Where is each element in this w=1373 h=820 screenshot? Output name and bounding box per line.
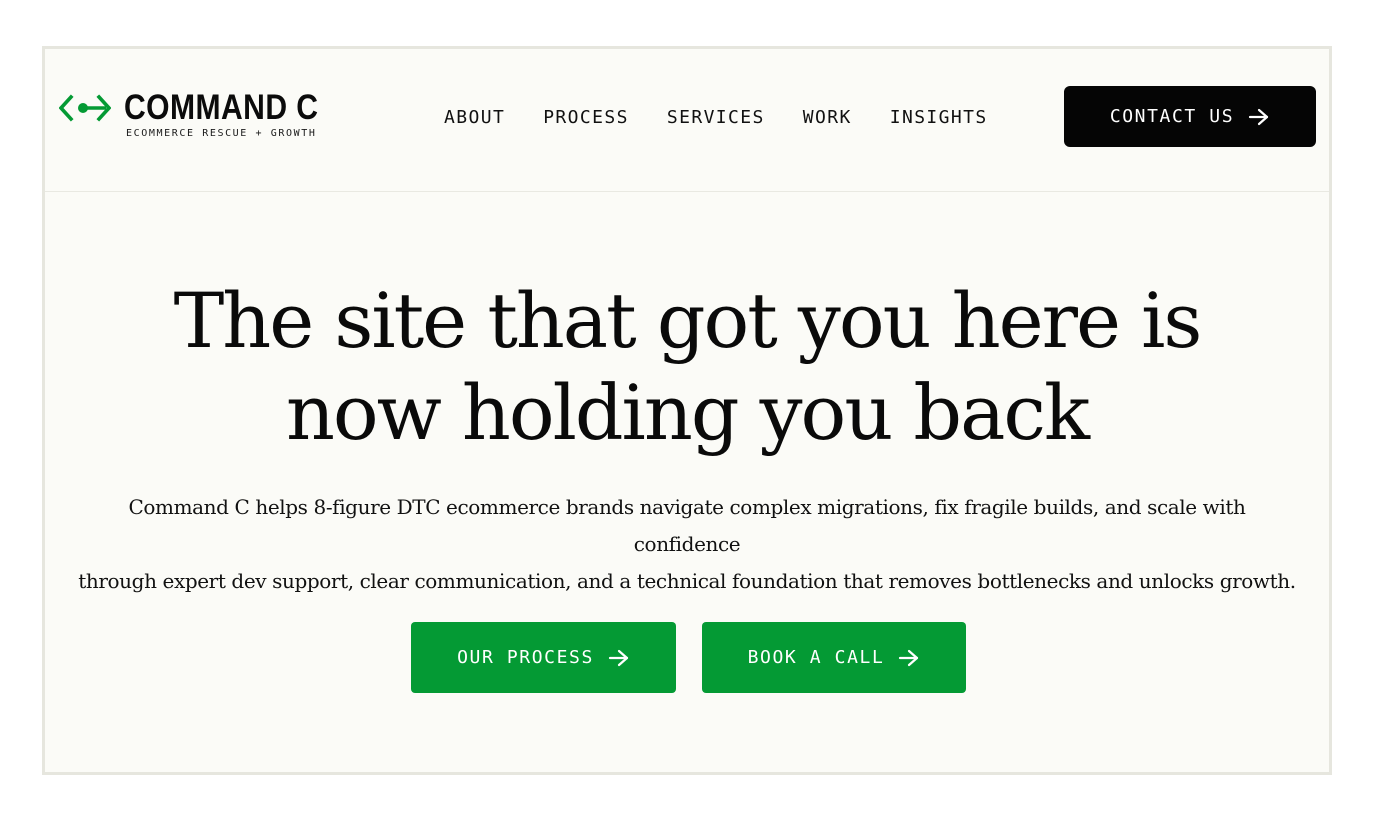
our-process-label: OUR PROCESS: [457, 647, 594, 668]
logo[interactable]: COMMAND C ECOMMERCE RESCUE + GROWTH: [59, 89, 350, 139]
brand-name: COMMAND C: [124, 88, 319, 127]
book-a-call-label: BOOK A CALL: [747, 647, 885, 668]
arrow-right-icon: [1249, 108, 1269, 125]
nav-item-about[interactable]: ABOUT: [444, 107, 505, 128]
hero-title-line-1: The site that got you here is: [173, 276, 1203, 365]
contact-us-label: CONTACT US: [1109, 106, 1235, 127]
hero-title: The site that got you here is now holdin…: [45, 275, 1329, 459]
arrow-right-icon: [899, 649, 919, 666]
site-header: COMMAND C ECOMMERCE RESCUE + GROWTH ABOU…: [45, 49, 1329, 192]
arrow-right-icon: [608, 649, 629, 666]
main-nav: ABOUT PROCESS SERVICES WORK INSIGHTS: [444, 107, 1026, 128]
hero-title-line-2: now holding you back: [285, 368, 1090, 457]
hero-description: Command C helps 8-figure DTC ecommerce b…: [75, 489, 1299, 600]
hero-description-line-2: through expert dev support, clear commun…: [78, 569, 1296, 593]
nav-item-services[interactable]: SERVICES: [667, 107, 765, 128]
page-frame: COMMAND C ECOMMERCE RESCUE + GROWTH ABOU…: [42, 46, 1332, 775]
brand-tagline: ECOMMERCE RESCUE + GROWTH: [126, 128, 317, 139]
nav-item-process[interactable]: PROCESS: [543, 107, 629, 128]
nav-item-insights[interactable]: INSIGHTS: [890, 107, 988, 128]
our-process-button[interactable]: OUR PROCESS: [411, 622, 676, 693]
book-a-call-button[interactable]: BOOK A CALL: [702, 622, 966, 693]
code-bracket-arrow-icon: [59, 94, 111, 122]
logo-text: COMMAND C ECOMMERCE RESCUE + GROWTH: [124, 88, 350, 140]
cta-row: OUR PROCESS BOOK A CALL: [411, 622, 966, 693]
hero-description-line-1: Command C helps 8-figure DTC ecommerce b…: [128, 495, 1246, 556]
nav-item-work[interactable]: WORK: [803, 107, 852, 128]
contact-us-button[interactable]: CONTACT US: [1064, 86, 1316, 147]
